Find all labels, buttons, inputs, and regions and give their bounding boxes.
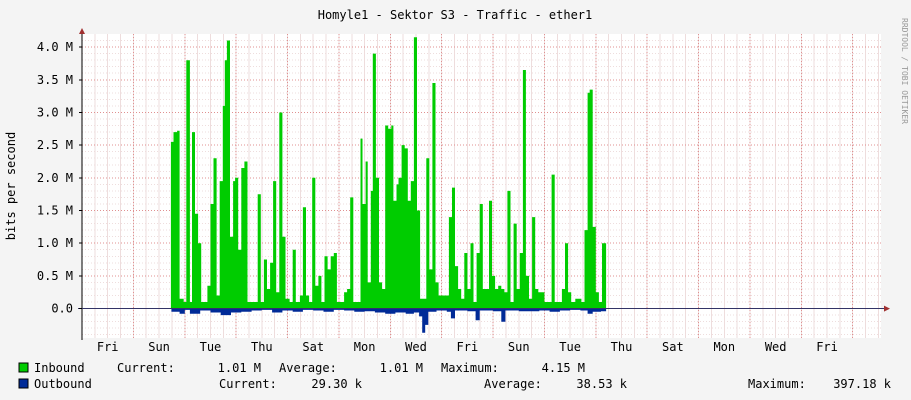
- legend-outbound-average-label: Average:: [484, 377, 542, 391]
- legend-outbound-maximum-label: Maximum:: [748, 377, 806, 391]
- x-tick-label: Thu: [251, 340, 273, 354]
- y-tick-label: 1.0 M: [37, 236, 73, 250]
- legend-outbound-current: 29.30 k: [311, 377, 362, 391]
- x-tick-label: Fri: [97, 340, 119, 354]
- legend-inbound-average: 1.01 M: [380, 361, 423, 375]
- legend-swatch-outbound: [18, 378, 29, 389]
- chart-title: Homyle1 - Sektor S3 - Traffic - ether1: [318, 8, 593, 22]
- y-tick-label: 3.0 M: [37, 105, 73, 119]
- y-tick-label: 4.0 M: [37, 40, 73, 54]
- y-axis-label: bits per second: [4, 132, 18, 240]
- x-tick-label: Tue: [559, 340, 581, 354]
- legend-inbound-average-label: Average:: [279, 361, 337, 375]
- x-tick-label: Mon: [713, 340, 735, 354]
- legend-outbound-current-label: Current:: [219, 377, 277, 391]
- legend-inbound-maximum: 4.15 M: [542, 361, 585, 375]
- x-tick-label: Fri: [457, 340, 479, 354]
- x-tick-label: Thu: [611, 340, 633, 354]
- legend-inbound-current-label: Current:: [117, 361, 175, 375]
- y-tick-label: 0.5 M: [37, 269, 73, 283]
- legend-inbound-maximum-label: Maximum:: [441, 361, 499, 375]
- y-tick-label: 2.5 M: [37, 138, 73, 152]
- x-tick-label: Sat: [662, 340, 684, 354]
- x-tick-label: Sun: [508, 340, 530, 354]
- y-tick-label: 2.0 M: [37, 171, 73, 185]
- x-tick-label: Fri: [816, 340, 838, 354]
- legend-inbound-current: 1.01 M: [218, 361, 261, 375]
- rrdtool-watermark: RRDTOOL / TOBI OETIKER: [900, 18, 909, 124]
- x-tick-label: Sat: [302, 340, 324, 354]
- legend-inbound-name: Inbound: [34, 361, 85, 375]
- y-tick-label: 0.0: [51, 302, 73, 316]
- legend-outbound-name: Outbound: [34, 377, 92, 391]
- y-tick-label: 3.5 M: [37, 73, 73, 87]
- x-tick-label: Tue: [200, 340, 222, 354]
- x-tick-label: Wed: [765, 340, 787, 354]
- legend-outbound-average: 38.53 k: [576, 377, 627, 391]
- x-tick-label: Wed: [405, 340, 427, 354]
- traffic-graph: Homyle1 - Sektor S3 - Traffic - ether1 b…: [0, 0, 911, 400]
- x-tick-label: Mon: [354, 340, 376, 354]
- y-tick-label: 1.5 M: [37, 204, 73, 218]
- legend-swatch-inbound: [18, 362, 29, 373]
- legend-outbound-maximum: 397.18 k: [833, 377, 892, 391]
- x-tick-label: Sun: [148, 340, 170, 354]
